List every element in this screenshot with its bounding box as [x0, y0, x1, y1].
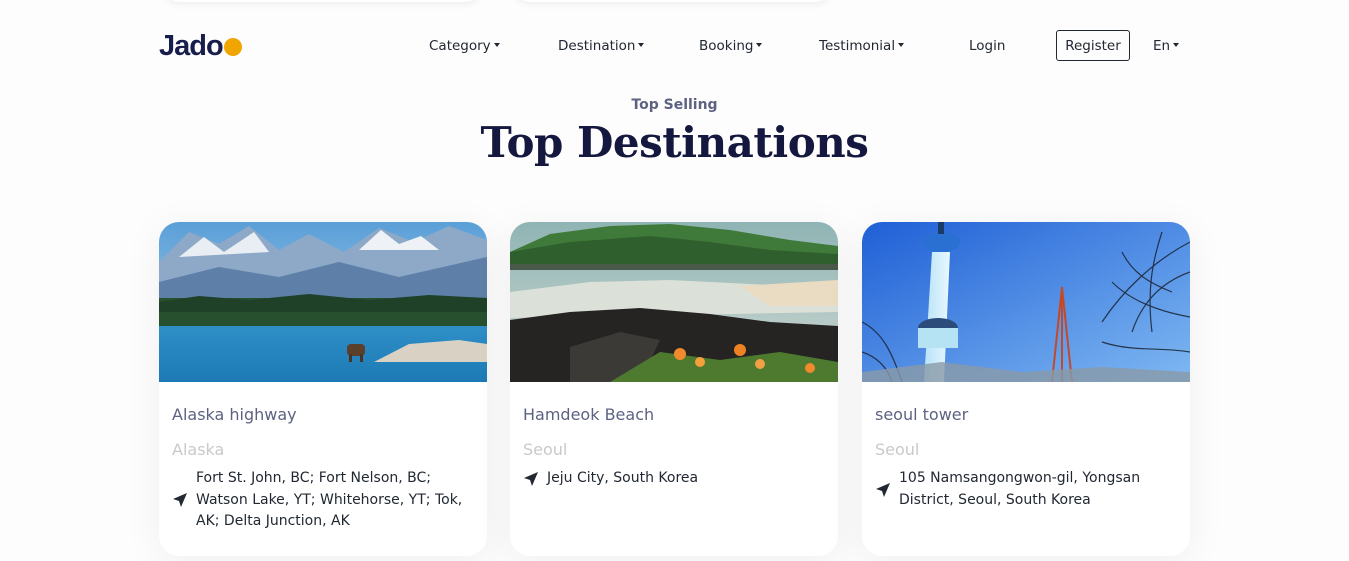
destination-card-hamdeok[interactable]: Hamdeok Beach Seoul Jeju City, South Kor…	[510, 222, 838, 556]
destination-name: seoul tower	[875, 405, 969, 424]
section-subtitle: Top Selling	[631, 97, 718, 113]
chevron-down-icon	[493, 43, 500, 47]
previous-card-edge	[513, 0, 833, 2]
destination-image-hamdeok	[510, 222, 838, 382]
chevron-down-icon	[756, 43, 763, 47]
location-text: Jeju City, South Korea	[547, 470, 699, 486]
logo-o: o	[205, 30, 224, 62]
destination-name: Alaska highway	[172, 405, 297, 424]
location-arrow-icon	[876, 482, 890, 497]
location-arrow-icon	[173, 493, 187, 508]
nav-category-label: Category	[429, 38, 491, 54]
destination-location: Fort St. John, BC; Fort Nelson, BC; Wats…	[172, 468, 466, 533]
location-text: Fort St. John, BC; Fort Nelson, BC; Wats…	[196, 470, 463, 529]
destination-region: Seoul	[523, 440, 568, 459]
nav-testimonial-label: Testimonial	[819, 38, 896, 54]
logo-text: Jad	[159, 30, 207, 62]
language-select[interactable]: En	[1153, 38, 1180, 54]
language-label: En	[1153, 38, 1171, 54]
location-text: 105 Namsangongwon-gil, Yongsan District,…	[899, 470, 1141, 508]
destination-region: Alaska	[172, 440, 225, 459]
chevron-down-icon	[1173, 43, 1180, 47]
nav-testimonial[interactable]: Testimonial	[819, 38, 905, 54]
destination-location: Jeju City, South Korea	[523, 468, 698, 490]
nav-booking[interactable]: Booking	[699, 38, 763, 54]
destination-location: 105 Namsangongwon-gil, Yongsan District,…	[875, 468, 1164, 511]
nav-booking-label: Booking	[699, 38, 754, 54]
previous-card-edge	[162, 0, 482, 2]
location-arrow-icon	[524, 471, 538, 486]
chevron-down-icon	[638, 43, 645, 47]
destination-region: Seoul	[875, 440, 920, 459]
destination-card-seoul-tower[interactable]: seoul tower Seoul 105 Namsangongwon-gil,…	[862, 222, 1190, 556]
nav-destination[interactable]: Destination	[558, 38, 645, 54]
nav-destination-label: Destination	[558, 38, 636, 54]
section-title: Top Destinations	[480, 118, 869, 167]
destination-card-alaska[interactable]: Alaska highway Alaska Fort St. John, BC;…	[159, 222, 487, 556]
chevron-down-icon	[898, 43, 905, 47]
jadoo-logo[interactable]: Jado	[159, 30, 242, 63]
destination-name: Hamdeok Beach	[523, 405, 655, 424]
logo-accent-o	[223, 38, 242, 56]
nav-category[interactable]: Category	[429, 38, 500, 54]
login-link[interactable]: Login	[969, 38, 1005, 54]
destination-image-alaska	[159, 222, 487, 382]
navbar: Jado Category Destination Booking Testim…	[159, 24, 1189, 68]
destination-image-seoul-tower	[862, 222, 1190, 382]
register-button[interactable]: Register	[1056, 30, 1130, 61]
